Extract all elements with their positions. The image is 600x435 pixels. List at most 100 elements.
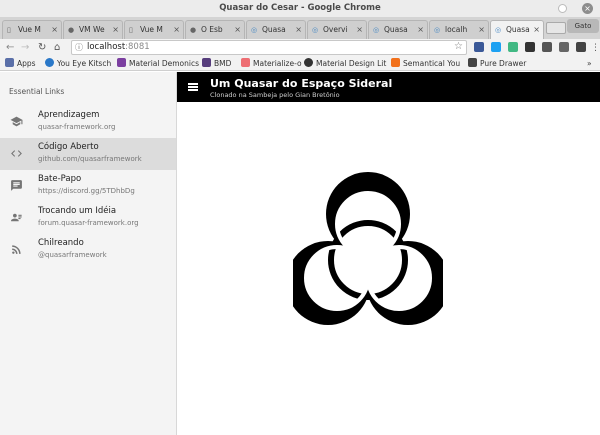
bookmark-item[interactable]: Materialize-o [241,58,302,70]
menu-kebab-icon[interactable]: ⋮ [591,40,600,56]
menu-icon[interactable] [188,83,198,91]
browser-toolbar: ← → ↻ ⌂ ⓘ localhost:8081 ☆ ⋮ [0,39,600,57]
url-port: :8081 [125,42,150,52]
drawer-item-chilreando[interactable]: Chilreando @quasarframework [0,234,176,266]
bookmark-item[interactable]: Material Demonics [117,58,199,70]
drawer-item-label: Aprendizagem [38,110,100,120]
browser-tab[interactable]: ▯ Vue M × [124,20,184,39]
drawer-item-forum[interactable]: Trocando um Idéia forum.quasar-framework… [0,202,176,234]
tab-label: Vue M [18,25,41,34]
extension-gear-icon[interactable] [525,42,535,52]
browser-tab[interactable]: ◎ Quasa × [368,20,428,39]
address-bar[interactable]: ⓘ localhost:8081 ☆ [71,40,467,55]
tab-label: Overvi [323,25,348,34]
drawer-item-label: Código Aberto [38,142,99,152]
forward-button[interactable]: → [21,40,29,56]
new-tab-button[interactable] [546,22,566,34]
tab-close-icon[interactable]: × [356,21,363,38]
github-icon: ● [68,26,75,34]
bookmark-favicon-icon [117,58,126,67]
bookmark-item[interactable]: You Eye Kitsch [45,58,111,70]
window-titlebar: Quasar do Cesar - Google Chrome [0,0,600,17]
extension-github-icon[interactable] [542,42,552,52]
quasar-icon: ◎ [495,26,502,34]
tab-close-icon[interactable]: × [173,21,180,38]
browser-tab[interactable]: ● VM We × [63,20,123,39]
info-icon[interactable]: ⓘ [75,42,83,53]
bookmark-item[interactable]: BMD [202,58,231,70]
bookmark-label: You Eye Kitsch [57,59,112,68]
browser-tab[interactable]: ◎ Quasa × [246,20,306,39]
bookmark-favicon-icon [202,58,211,67]
tab-close-icon[interactable]: × [112,21,119,38]
drawer-item-sublabel: forum.quasar-framework.org [38,219,139,227]
tab-strip: ▯ Vue M × ● VM We × ▯ Vue M × ● O Esb × … [0,17,600,39]
bookmark-label: Material Demonics [129,59,200,68]
window-minimize-button[interactable] [558,4,567,13]
bookmark-label: BMD [214,59,232,68]
profile-button[interactable]: Gato [567,19,599,33]
page-title: Um Quasar do Espaço Sideral [210,77,393,90]
main-content [177,102,600,435]
tab-label: VM We [79,25,105,34]
tab-label: Quasa [384,25,408,34]
tab-close-icon[interactable]: × [478,21,485,38]
bookmark-item[interactable]: Semantical You [391,58,460,70]
bookmark-item[interactable]: Pure Drawer [468,58,526,70]
drawer-item-bate-papo[interactable]: Bate-Papo https://discord.gg/5TDhbDg [0,170,176,202]
drawer-item-sublabel: github.com/quasarframework [38,155,142,163]
tab-label: Quasa [506,25,530,34]
tab-close-icon[interactable]: × [51,21,58,38]
extension-shield-icon[interactable] [474,42,484,52]
bookmark-item[interactable]: Apps [5,58,36,70]
bookmark-label: Apps [17,59,36,68]
tab-close-icon[interactable]: × [533,21,540,38]
tab-close-icon[interactable]: × [295,21,302,38]
tab-label: O Esb [201,25,223,34]
tab-label: localh [445,25,468,34]
window-title: Quasar do Cesar - Google Chrome [219,3,381,13]
drawer-item-label: Bate-Papo [38,174,82,184]
reload-button[interactable]: ↻ [38,40,46,56]
extension-badge-icon[interactable] [576,42,586,52]
browser-tab[interactable]: ● O Esb × [185,20,245,39]
page-subtitle: Clonado na Sambeja pelo Gian Bretônio [210,91,340,99]
bookmark-favicon-icon [45,58,54,67]
quasar-icon: ◎ [434,26,441,34]
extension-screen-icon[interactable] [559,42,569,52]
rss-icon [12,245,21,254]
back-button[interactable]: ← [6,40,14,56]
window-close-button[interactable]: × [582,3,593,14]
bookmark-item[interactable]: Material Design Lit [304,58,386,70]
tab-close-icon[interactable]: × [417,21,424,38]
bookmark-label: Pure Drawer [480,59,527,68]
bookmark-favicon-icon [391,58,400,67]
browser-tab-active[interactable]: ◎ Quasa × [490,20,544,39]
bookmark-favicon-icon [304,58,313,67]
drawer-header: Essential Links [9,87,65,96]
browser-tab[interactable]: ◎ localh × [429,20,489,39]
quasar-icon: ◎ [312,26,319,34]
drawer-item-sublabel: @quasarframework [38,251,107,259]
apps-grid-icon [5,58,14,67]
url-text[interactable]: localhost:8081 [87,42,150,52]
drawer-item-aprendizagem[interactable]: Aprendizagem quasar-framework.org [0,106,176,138]
home-button[interactable]: ⌂ [54,40,60,56]
biohazard-icon [293,172,443,325]
extension-vue-icon[interactable] [508,42,518,52]
bookmark-favicon-icon [241,58,250,67]
tab-close-icon[interactable]: × [234,21,241,38]
bookmark-star-icon[interactable]: ☆ [454,41,463,52]
extension-twitter-icon[interactable] [491,42,501,52]
bookmark-label: Material Design Lit [316,59,387,68]
drawer-item-sublabel: quasar-framework.org [38,123,116,131]
browser-tab[interactable]: ◎ Overvi × [307,20,367,39]
drawer-item-codigo-aberto[interactable]: Código Aberto github.com/quasarframework [0,138,176,170]
bookmarks-overflow-button[interactable]: » [587,58,592,70]
browser-tab[interactable]: ▯ Vue M × [2,20,62,39]
bookmark-label: Materialize-o [253,59,302,68]
page-icon: ▯ [129,26,133,34]
page-icon: ▯ [7,26,11,34]
drawer-item-label: Chilreando [38,238,84,248]
app-toolbar: Um Quasar do Espaço Sideral Clonado na S… [177,72,600,102]
